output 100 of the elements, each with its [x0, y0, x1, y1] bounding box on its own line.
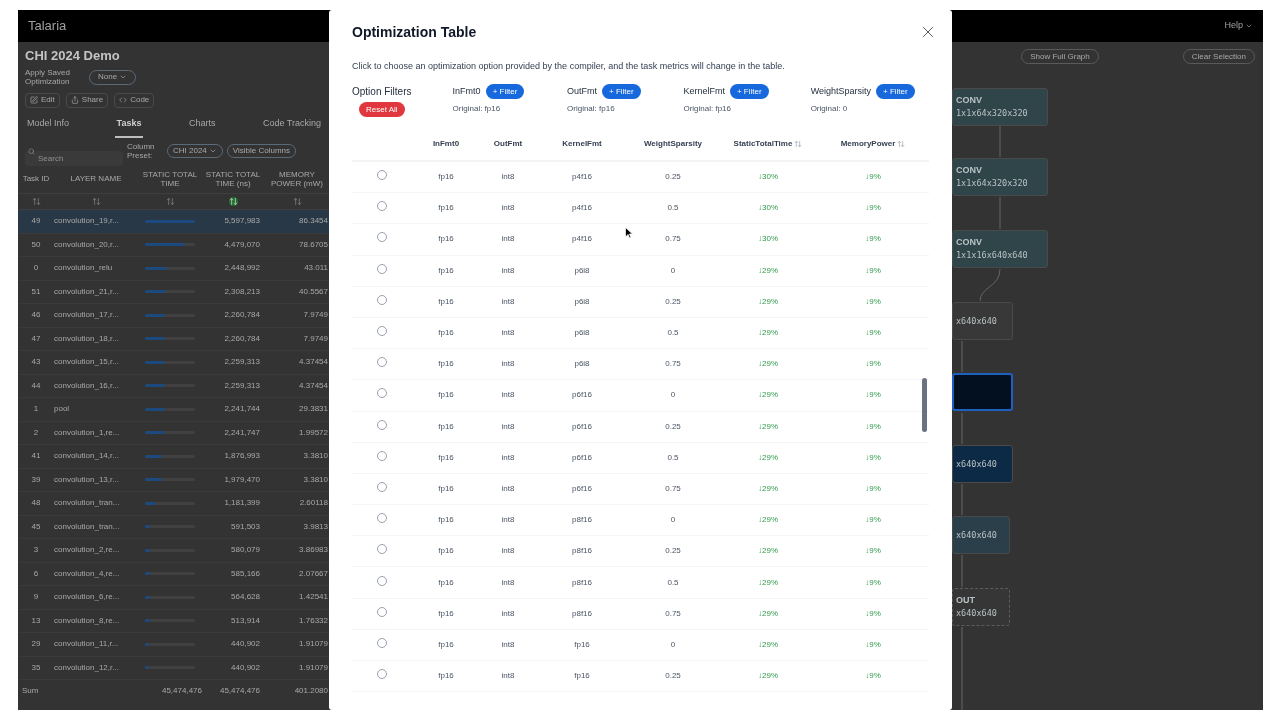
- table-cell-text: p4f16: [571, 233, 593, 246]
- table-cell-text: ↓29%: [757, 670, 779, 683]
- filter-original: Original: fp16: [567, 103, 616, 115]
- table-cell-text: ↓9%: [864, 576, 882, 589]
- radio-button[interactable]: [377, 232, 387, 243]
- reset-all-button[interactable]: Reset All: [359, 102, 405, 117]
- radio-button[interactable]: [377, 637, 387, 648]
- radio-button[interactable]: [377, 357, 387, 368]
- node-op: CONV: [956, 94, 983, 106]
- help-menu[interactable]: Help: [1224, 19, 1253, 33]
- sort-icon[interactable]: [31, 197, 41, 206]
- tab[interactable]: Model Info: [25, 116, 72, 138]
- table-cell-text: ↓9%: [864, 171, 882, 184]
- tab[interactable]: Tasks: [114, 116, 144, 138]
- layer-name: convolution_20,r...: [54, 238, 120, 251]
- graph-node[interactable]: x640x640: [952, 302, 1013, 340]
- layer-name: convolution_2,re...: [54, 544, 121, 557]
- action-button[interactable]: Share: [65, 92, 109, 108]
- tab[interactable]: Code Tracking: [260, 116, 323, 138]
- node-dimensions-label: x640x640: [956, 458, 998, 471]
- table-cell-text: int8: [500, 420, 516, 433]
- table-cell-text: 0: [669, 389, 677, 402]
- layer-name: convolution_14,r...: [54, 450, 120, 463]
- graph-node[interactable]: OUT x640x640: [952, 588, 1010, 626]
- table-cell-text: int8: [500, 202, 516, 215]
- layer-name: convolution_12,r...: [54, 661, 120, 674]
- task-row[interactable]: 49 convolution_19,r... 5,597,983 86.3454: [18, 210, 330, 234]
- task-id: 46: [30, 309, 42, 322]
- table-cell-text: 0.75: [664, 482, 682, 495]
- radio-button[interactable]: [377, 201, 387, 212]
- table-cell-text: ↓29%: [757, 482, 779, 495]
- add-filter-button[interactable]: + Filter: [485, 84, 525, 99]
- radio-button[interactable]: [377, 544, 387, 555]
- power-value: 3.3810: [302, 450, 329, 463]
- search-field[interactable]: Search: [25, 150, 123, 166]
- table-cell-text: p8f16: [571, 514, 593, 527]
- power-value: 1.42541: [298, 591, 329, 604]
- table-cell-text: 0.25: [664, 420, 682, 433]
- radio-button[interactable]: [377, 263, 387, 274]
- filter-original: Original: fp16: [452, 103, 502, 115]
- radio-button[interactable]: [377, 388, 387, 399]
- table-cell-text: 0.5: [666, 576, 680, 589]
- table-cell-text: ↓30%: [757, 233, 779, 246]
- graph-node[interactable]: CONV 1x1x64x320x320: [952, 88, 1048, 126]
- action-button[interactable]: Edit: [25, 92, 60, 108]
- radio-button[interactable]: [377, 294, 387, 305]
- add-filter-button[interactable]: + Filter: [876, 84, 915, 99]
- caret-icon: [1245, 22, 1253, 30]
- power-value: 7.9749: [302, 332, 329, 345]
- table-cell-text: fp16: [437, 202, 455, 215]
- time-value: 2,241,747: [223, 426, 261, 439]
- radio-button[interactable]: [377, 575, 387, 586]
- time-value: 440,902: [230, 661, 261, 674]
- time-value: 440,902: [230, 638, 261, 651]
- table-cell-text: ↓9%: [864, 295, 882, 308]
- radio-button[interactable]: [377, 450, 387, 461]
- radio-button[interactable]: [377, 326, 387, 337]
- table-cell-text: p4f16: [571, 202, 593, 215]
- sum-value: 401.2080: [293, 685, 329, 697]
- radio-button[interactable]: [377, 606, 387, 617]
- column-header: InFmt0: [432, 138, 460, 150]
- graph-node[interactable]: x640x640: [952, 445, 1013, 483]
- time-value: 1,876,993: [223, 450, 261, 463]
- table-cell-text: ↓9%: [864, 389, 882, 402]
- radio-button[interactable]: [377, 481, 387, 492]
- add-filter-button[interactable]: + Filter: [602, 84, 641, 99]
- table-cell-text: ↓29%: [757, 576, 779, 589]
- sort-icon[interactable]: [228, 197, 238, 206]
- sort-icon[interactable]: [165, 197, 175, 206]
- add-filter-button[interactable]: + Filter: [729, 84, 769, 99]
- graph-node[interactable]: CONV 1x1x64x320x320: [952, 158, 1048, 196]
- tab[interactable]: Charts: [186, 116, 218, 138]
- table-cell-text: 0.25: [664, 670, 682, 683]
- task-id: 3: [32, 544, 40, 557]
- table-cell-text: p8f16: [571, 576, 593, 589]
- action-button[interactable]: Code: [114, 92, 155, 108]
- node-dimensions-label: x640x640: [956, 607, 998, 620]
- sort-icon[interactable]: [292, 197, 302, 206]
- graph-node[interactable]: x640x640: [952, 516, 1010, 554]
- layer-name: convolution_18,r...: [54, 332, 120, 345]
- radio-button[interactable]: [377, 419, 387, 430]
- task-id: 39: [30, 473, 42, 486]
- table-cell-text: int8: [500, 545, 516, 558]
- radio-button[interactable]: [377, 669, 387, 680]
- table-cell-text: ↓29%: [757, 451, 779, 464]
- table-cell-text: p8f16: [571, 545, 593, 558]
- graph-node[interactable]: [952, 373, 1013, 411]
- table-cell-text: fp16: [437, 171, 455, 184]
- task-id: 0: [32, 262, 40, 275]
- graph-node[interactable]: CONV 1x1x16x640x640: [952, 230, 1048, 268]
- scrollbar-thumb[interactable]: [922, 378, 927, 432]
- table-cell-text: p4f16: [571, 171, 593, 184]
- time-value: 2,260,784: [223, 332, 261, 345]
- table-cell-text: ↓9%: [864, 202, 882, 215]
- column-header: OutFmt: [493, 138, 523, 150]
- sort-icon[interactable]: [91, 197, 101, 206]
- time-value: 580,079: [230, 544, 261, 557]
- radio-button[interactable]: [377, 170, 387, 181]
- layer-name: convolution_relu: [54, 262, 114, 275]
- radio-button[interactable]: [377, 513, 387, 524]
